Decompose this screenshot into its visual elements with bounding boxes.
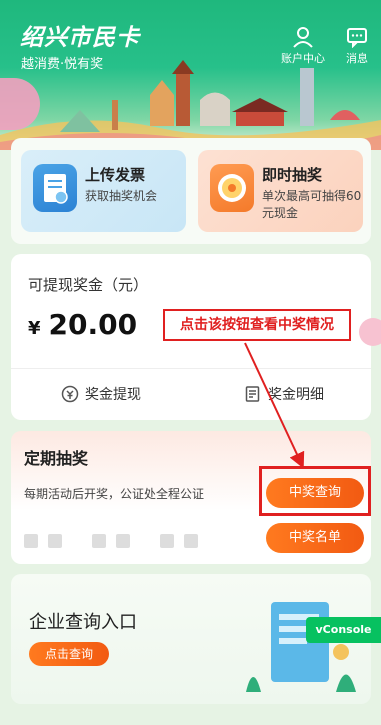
vconsole-button[interactable]: vConsole: [306, 617, 381, 643]
list-icon: [245, 386, 260, 402]
withdraw-icon: [61, 385, 79, 403]
withdraw-label: 奖金提现: [85, 387, 141, 403]
enterprise-query-button[interactable]: 点击查询: [29, 642, 109, 666]
annotation-callout: 点击该按钮查看中奖情况: [163, 309, 351, 341]
prize-label: 可提现奖金（元）: [28, 276, 149, 294]
page: 绍兴市民卡 越消费·悦有奖 账户中心 消息 上传发票 获取抽奖机会 即时抽奖 单…: [0, 0, 381, 725]
divider: [11, 368, 371, 369]
regular-draw-desc: 每期活动后开奖，公证处全程公证: [24, 487, 205, 501]
enterprise-illustration: [246, 602, 356, 692]
invoice-icon: [33, 164, 77, 212]
instant-draw-title: 即时抽奖: [262, 166, 323, 184]
upload-invoice-tile[interactable]: 上传发票 获取抽奖机会: [21, 150, 186, 232]
detail-label: 奖金明细: [268, 387, 324, 403]
message-label: 消息: [346, 52, 368, 65]
winning-query-button[interactable]: 中奖查询: [266, 478, 364, 508]
regular-draw-card: 定期抽奖 每期活动后开奖，公证处全程公证 中奖查询 中奖名单: [11, 431, 371, 564]
upload-invoice-desc: 获取抽奖机会: [85, 189, 158, 203]
prize-detail-button[interactable]: 奖金明细: [244, 384, 324, 404]
enterprise-title: 企业查询入口: [29, 612, 137, 633]
instant-draw-tile[interactable]: 即时抽奖 单次最高可抽得60元现金: [198, 150, 363, 232]
withdraw-prize-button[interactable]: 奖金提现: [61, 384, 141, 404]
message-button[interactable]: 消息: [338, 26, 376, 66]
app-title: 绍兴市民卡: [20, 25, 140, 51]
prize-amount: ¥20.00: [28, 308, 137, 341]
account-center-button[interactable]: 账户中心: [278, 26, 328, 66]
regular-draw-title: 定期抽奖: [24, 445, 88, 472]
winner-list-button[interactable]: 中奖名单: [266, 523, 364, 553]
user-icon: [293, 27, 313, 48]
currency-symbol: ¥: [28, 318, 41, 339]
quick-actions-card: 上传发票 获取抽奖机会 即时抽奖 单次最高可抽得60元现金: [11, 138, 371, 244]
message-icon: [347, 28, 367, 48]
app-subtitle: 越消费·悦有奖: [21, 57, 104, 72]
prize-amount-value: 20.00: [48, 308, 138, 341]
prize-wheel-icon: [210, 164, 254, 212]
blurred-winner-avatars: [24, 534, 198, 548]
account-center-label: 账户中心: [281, 52, 325, 65]
upload-invoice-title: 上传发票: [85, 166, 146, 184]
header-banner: 绍兴市民卡 越消费·悦有奖 账户中心 消息: [0, 0, 381, 150]
instant-draw-desc: 单次最高可抽得60元现金: [262, 189, 362, 220]
floating-service-icon[interactable]: [359, 318, 381, 346]
withdrawable-prize-card: 可提现奖金（元） ¥20.00 点击该按钮查看中奖情况 奖金提现 奖金明细: [11, 254, 371, 420]
